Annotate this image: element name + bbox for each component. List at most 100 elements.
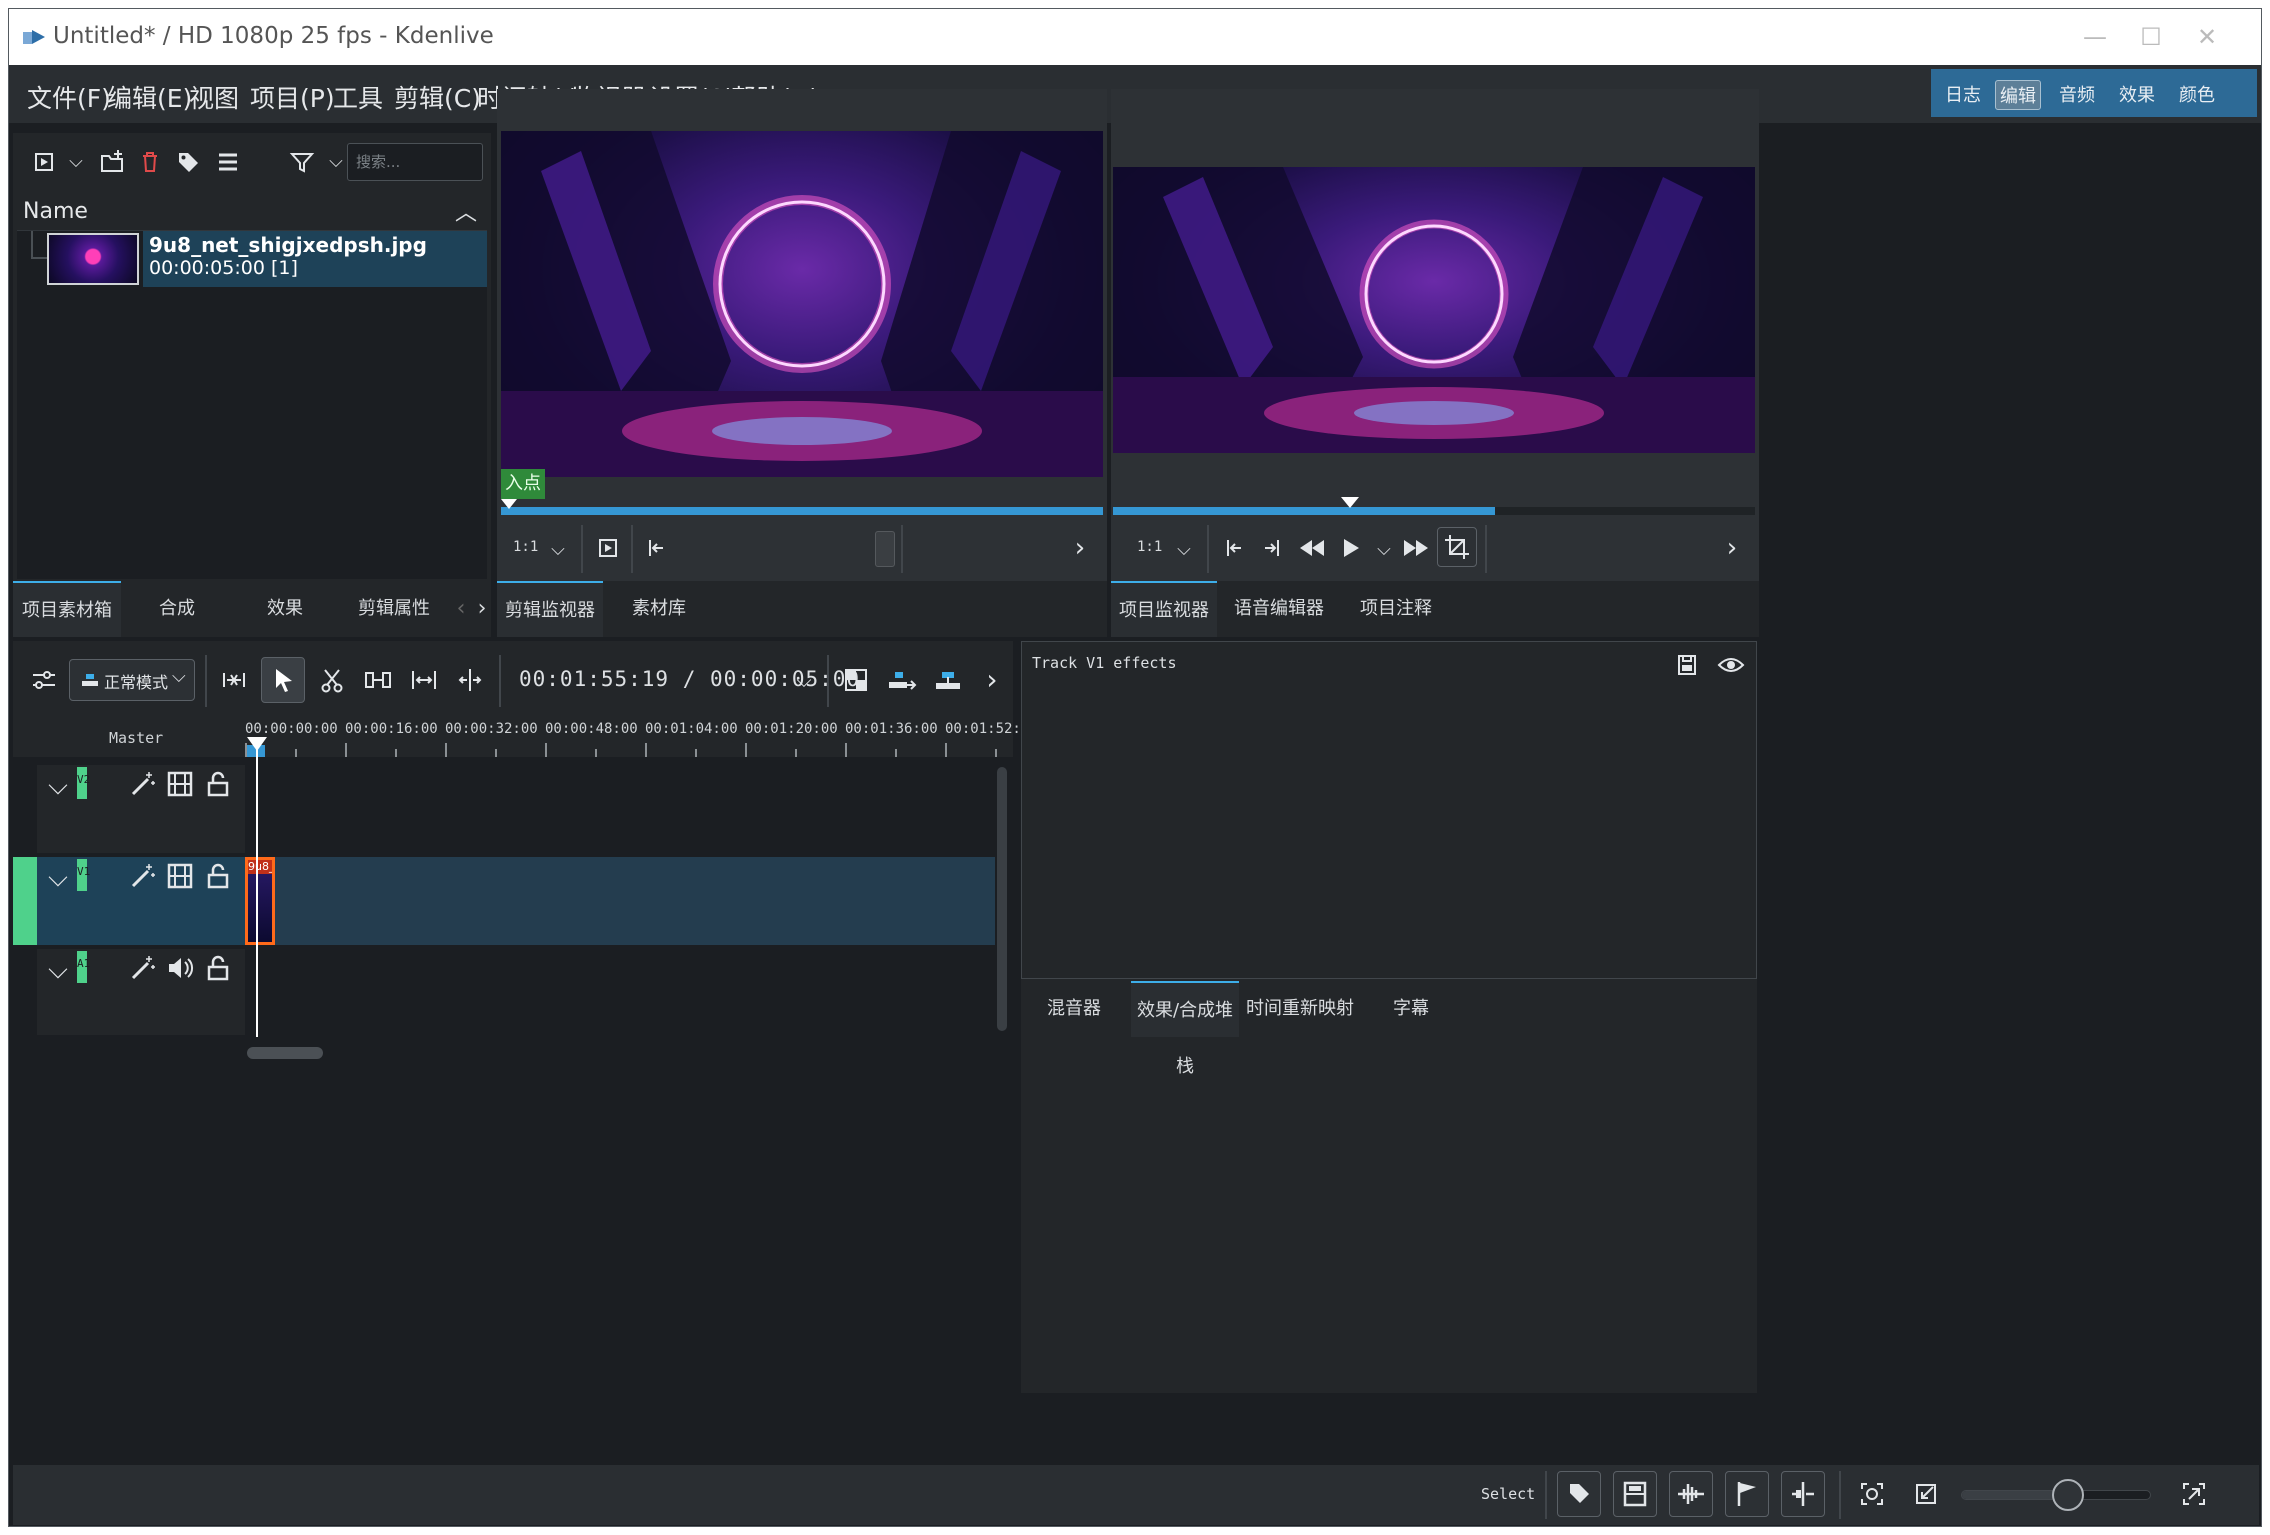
tab-effect-stack[interactable]: 效果/合成堆栈 — [1131, 981, 1239, 1077]
master-label[interactable]: Master — [109, 729, 163, 747]
snap-button[interactable] — [1781, 1471, 1825, 1517]
menu-list-icon[interactable] — [211, 145, 245, 179]
tab-project-monitor[interactable]: 项目监视器 — [1111, 581, 1217, 637]
show-waveform-button[interactable] — [1669, 1471, 1713, 1517]
menu-edit[interactable]: 编辑(E) — [107, 79, 192, 115]
bin-clip-row[interactable]: 9u8_net_shigjxedpsh.jpg 00:00:05:00 [1] — [21, 231, 487, 287]
project-monitor-video[interactable] — [1113, 167, 1755, 453]
project-monitor-ruler[interactable] — [1495, 507, 1755, 515]
play-options-chevron-down-icon[interactable]: ⌵ — [1367, 533, 1401, 567]
project-set-out-point-icon[interactable] — [1255, 531, 1289, 565]
a1-speaker-icon[interactable] — [163, 951, 197, 985]
v1-film-icon[interactable] — [163, 859, 197, 893]
a1-lock-icon[interactable] — [201, 951, 235, 985]
menu-file[interactable]: 文件(F) — [27, 79, 111, 115]
clip-monitor-zoom[interactable]: 1:1 — [513, 539, 538, 555]
clip-monitor-video[interactable] — [501, 131, 1103, 477]
crop-button[interactable] — [1437, 527, 1477, 567]
maximize-button[interactable]: ☐ — [2121, 17, 2181, 57]
menu-project[interactable]: 项目(P) — [250, 79, 335, 115]
a1-effects-wand-icon[interactable] — [125, 951, 159, 985]
fast-forward-icon[interactable] — [1399, 531, 1433, 565]
clip-monitor-ruler[interactable] — [501, 507, 1103, 515]
spacer-tool-icon[interactable] — [217, 663, 251, 697]
project-monitor-zoom[interactable]: 1:1 — [1137, 539, 1162, 555]
chevron-down-icon[interactable]: ⌵ — [59, 145, 93, 179]
zoom-slider-track[interactable] — [1961, 1479, 2151, 1511]
tag-icon[interactable] — [171, 145, 205, 179]
bin-header[interactable]: Name ︿ — [17, 191, 487, 231]
zoom-fit-icon[interactable] — [1855, 1477, 1889, 1511]
a1-collapse-chevron-icon[interactable]: ⌵ — [41, 953, 75, 987]
project-monitor-more-chevron-right-icon[interactable]: › — [1715, 531, 1749, 565]
add-clip-icon[interactable] — [27, 145, 61, 179]
menu-clip[interactable]: 剪辑(C) — [394, 79, 481, 115]
track-lane-v2[interactable] — [245, 765, 995, 853]
tab-clip-monitor[interactable]: 剪辑监视器 — [497, 581, 603, 637]
tab-library[interactable]: 素材库 — [611, 581, 707, 637]
filter-icon[interactable] — [285, 145, 319, 179]
ripple-tool-icon[interactable] — [407, 663, 441, 697]
overwrite-clip-icon[interactable] — [931, 663, 965, 697]
zoom-slider-handle[interactable] — [2052, 1479, 2084, 1511]
v2-lock-icon[interactable] — [201, 767, 235, 801]
timecode-chevron-down-icon[interactable]: ⌵ — [787, 663, 821, 697]
close-button[interactable]: ✕ — [2177, 17, 2237, 57]
menu-tools[interactable]: 工具 — [333, 79, 383, 115]
clip-monitor-play-zone-icon[interactable] — [591, 531, 625, 565]
track-lane-a1[interactable] — [245, 949, 995, 1035]
show-thumbnails-button[interactable] — [1613, 1471, 1657, 1517]
clip-playhead-marker[interactable] — [501, 499, 517, 509]
v2-collapse-chevron-icon[interactable]: ⌵ — [41, 769, 75, 803]
zoom-in-icon[interactable] — [2177, 1477, 2211, 1511]
razor-tool-icon[interactable] — [315, 663, 349, 697]
sort-chevron-up-icon[interactable]: ︿ — [455, 195, 477, 227]
tab-subtitles[interactable]: 字幕 — [1361, 981, 1461, 1037]
set-in-point-icon[interactable] — [639, 531, 673, 565]
timeline-vertical-scrollbar[interactable] — [997, 767, 1007, 1031]
tab-compositions[interactable]: 合成 — [129, 581, 225, 637]
clip-monitor-more-chevron-right-icon[interactable]: › — [1063, 531, 1097, 565]
track-header-v1[interactable]: ⌵ V1 — [13, 857, 245, 945]
timeline-settings-icon[interactable] — [27, 663, 61, 697]
tab-audio-mixer[interactable]: 混音器 — [1021, 981, 1127, 1037]
layout-effects[interactable]: 效果 — [2115, 80, 2159, 108]
track-header-a1[interactable]: ⌵ A1 — [13, 949, 245, 1035]
layout-audio[interactable]: 音频 — [2055, 80, 2099, 108]
tabs-scroll-left-icon[interactable]: ‹ — [451, 581, 471, 637]
split-view-icon[interactable] — [839, 663, 873, 697]
save-effect-stack-icon[interactable] — [1670, 648, 1704, 682]
v1-effects-wand-icon[interactable] — [125, 859, 159, 893]
menu-view[interactable]: 视图 — [189, 79, 239, 115]
select-tool-button[interactable] — [261, 657, 305, 703]
timeline-horizontal-scrollbar[interactable] — [247, 1047, 323, 1059]
v1-collapse-chevron-icon[interactable]: ⌵ — [41, 861, 75, 895]
rewind-icon[interactable] — [1295, 531, 1329, 565]
roll-tool-icon[interactable] — [453, 663, 487, 697]
slip-tool-icon[interactable] — [361, 663, 395, 697]
layout-color[interactable]: 颜色 — [2175, 80, 2219, 108]
play-icon[interactable] — [1333, 531, 1367, 565]
new-folder-icon[interactable] — [95, 145, 129, 179]
show-guides-button[interactable] — [1725, 1471, 1769, 1517]
timeline-toolbar-more-chevron-right-icon[interactable]: › — [975, 663, 1009, 697]
timeline-clip[interactable]: 9u8_ — [245, 857, 275, 945]
insert-clip-icon[interactable] — [885, 663, 919, 697]
project-monitor-ruler-zone[interactable] — [1113, 507, 1495, 515]
delete-icon[interactable] — [133, 145, 167, 179]
layout-editing[interactable]: 编辑 — [1995, 80, 2041, 110]
clip-zoom-chevron-down-icon[interactable]: ⌵ — [541, 533, 575, 567]
track-lane-v1[interactable]: 9u8_ — [245, 857, 995, 945]
zoom-out-icon[interactable] — [1909, 1477, 1943, 1511]
v1-lock-icon[interactable] — [201, 859, 235, 893]
tab-effects[interactable]: 效果 — [237, 581, 333, 637]
v2-effects-wand-icon[interactable] — [125, 767, 159, 801]
tab-project-notes[interactable]: 项目注释 — [1343, 581, 1449, 637]
track-header-v2[interactable]: ⌵ V2 — [13, 765, 245, 853]
tab-clip-properties[interactable]: 剪辑属性 — [339, 581, 449, 637]
layout-logging[interactable]: 日志 — [1941, 80, 1985, 108]
show-markers-button[interactable] — [1557, 1471, 1601, 1517]
tab-speech-editor[interactable]: 语音编辑器 — [1223, 581, 1335, 637]
edit-mode-dropdown[interactable]: 正常模式 ⌵ — [69, 659, 195, 701]
tab-time-remapping[interactable]: 时间重新映射 — [1243, 981, 1357, 1037]
